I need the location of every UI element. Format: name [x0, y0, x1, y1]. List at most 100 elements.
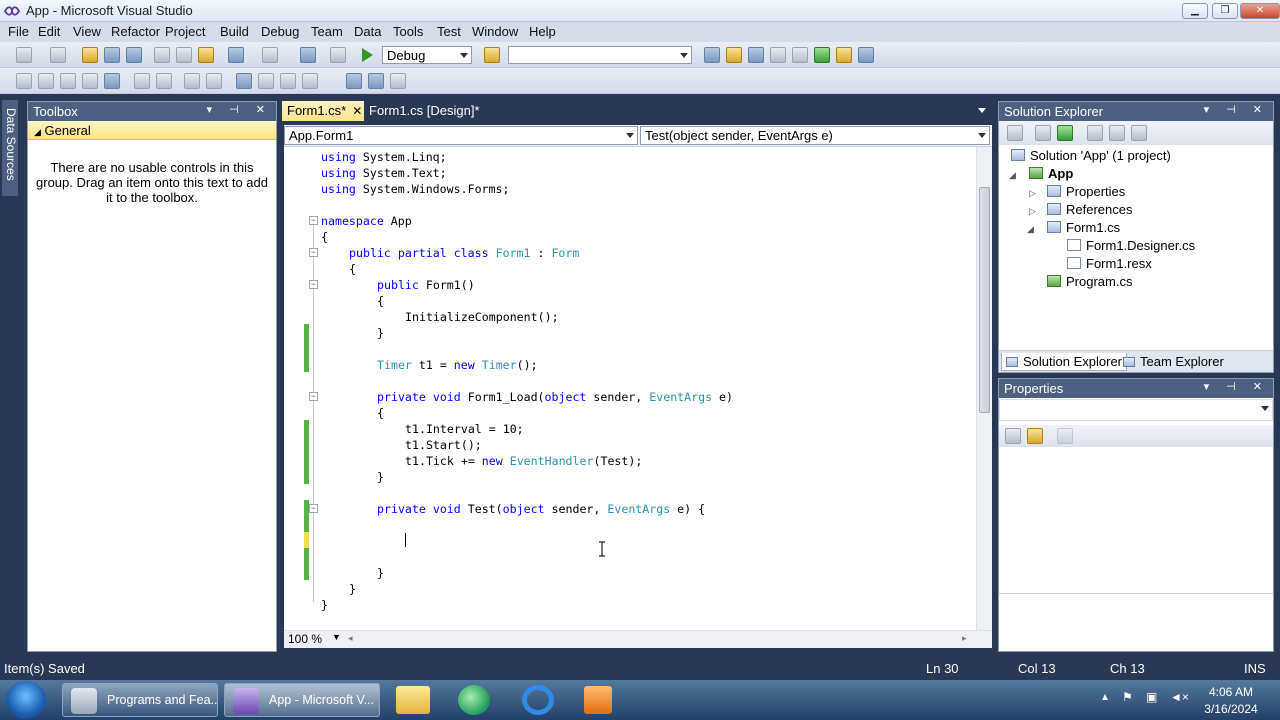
menu-view[interactable]: View — [73, 24, 101, 39]
uncomment-lines-icon[interactable] — [206, 73, 222, 89]
increase-indent-icon[interactable] — [156, 73, 172, 89]
show-hidden-icons[interactable]: ▲ — [1100, 692, 1110, 703]
toolbox-group-general[interactable]: ◢ General — [28, 121, 276, 140]
class-dropdown[interactable]: App.Form1 — [284, 126, 638, 145]
start-page-icon[interactable] — [836, 47, 852, 63]
menu-file[interactable]: File — [8, 24, 29, 39]
navigate-backward-icon[interactable] — [300, 47, 316, 63]
undo-icon[interactable] — [228, 47, 244, 63]
network-icon[interactable]: ▣ — [1146, 690, 1157, 704]
tree-item-program-cs[interactable]: Program.cs — [1047, 274, 1132, 289]
tree-project[interactable]: App — [1029, 166, 1073, 181]
panel-buttons[interactable]: ▾ ⊣ ✕ — [1204, 380, 1269, 393]
tree-item-form1-designer[interactable]: Form1.Designer.cs — [1067, 238, 1195, 253]
collapse-form-load-icon[interactable]: − — [309, 392, 318, 401]
code-editor[interactable]: − − − − − using System.Linq; using Syste… — [284, 147, 976, 630]
class-view-icon[interactable] — [792, 47, 808, 63]
taskbar-visual-studio[interactable]: App - Microsoft V... — [224, 683, 380, 717]
view-designer-icon[interactable] — [1109, 125, 1125, 141]
bookmark-icon[interactable] — [236, 73, 252, 89]
open-file-icon[interactable] — [82, 47, 98, 63]
zoom-level[interactable]: 100 % — [288, 632, 322, 646]
collapse-class-icon[interactable]: − — [309, 248, 318, 257]
panel-buttons[interactable]: ▾ ⊣ ✕ — [1204, 103, 1269, 116]
object-browser-icon[interactable] — [748, 47, 764, 63]
tree-solution[interactable]: Solution 'App' (1 project) — [1011, 148, 1171, 163]
property-pages-icon[interactable] — [1057, 428, 1073, 444]
menu-build[interactable]: Build — [220, 24, 249, 39]
add-item-icon[interactable] — [50, 47, 66, 63]
scroll-right-icon[interactable]: ▸ — [962, 633, 967, 644]
taskbar-programs-features[interactable]: Programs and Fea... — [62, 683, 218, 717]
solution-configuration-dropdown[interactable]: Debug — [382, 46, 472, 64]
scroll-left-icon[interactable]: ◂ — [348, 633, 353, 644]
paste-icon[interactable] — [198, 47, 214, 63]
more-commands-icon[interactable] — [390, 73, 406, 89]
toolbox-header[interactable]: Toolbox ▾ ⊣ ✕ — [28, 102, 276, 121]
start-button[interactable] — [6, 681, 46, 719]
panel-buttons[interactable]: ▾ ⊣ ✕ — [207, 103, 272, 116]
tab-solution-explorer[interactable]: Solution Explorer — [1001, 353, 1127, 371]
scrollbar-thumb[interactable] — [979, 187, 990, 413]
decrease-indent-icon[interactable] — [134, 73, 150, 89]
action-center-flag-icon[interactable]: ⚑ — [1122, 690, 1133, 704]
cut-icon[interactable] — [154, 47, 170, 63]
previous-bookmark-folder-icon[interactable] — [302, 73, 318, 89]
navigate-forward-icon[interactable] — [330, 47, 346, 63]
toolbox-toolbar-icon[interactable] — [770, 47, 786, 63]
close-tab-icon[interactable]: ✕ — [352, 104, 362, 118]
show-all-files-icon[interactable] — [1035, 125, 1051, 141]
save-icon[interactable] — [104, 47, 120, 63]
menu-test[interactable]: Test — [437, 24, 461, 39]
solution-explorer-header[interactable]: Solution Explorer ▾ ⊣ ✕ — [999, 102, 1273, 121]
refresh-icon[interactable] — [1057, 125, 1073, 141]
toggle-bookmark-icon[interactable] — [104, 73, 120, 89]
find-dropdown[interactable] — [508, 46, 692, 64]
tab-form1-design[interactable]: Form1.cs [Design]* — [364, 101, 504, 121]
extension-manager-icon[interactable] — [814, 47, 830, 63]
collapse-test-icon[interactable]: − — [309, 504, 318, 513]
vertical-scrollbar[interactable] — [976, 147, 992, 630]
menu-edit[interactable]: Edit — [38, 24, 60, 39]
save-all-icon[interactable] — [126, 47, 142, 63]
menu-help[interactable]: Help — [529, 24, 556, 39]
quick-info-icon[interactable] — [60, 73, 76, 89]
clock-date[interactable]: 3/16/2024 — [1202, 702, 1260, 716]
clear-bookmarks-icon[interactable] — [368, 73, 384, 89]
collapsed-arrow-icon[interactable]: ▷ — [1029, 206, 1036, 217]
menu-tools[interactable]: Tools — [393, 24, 423, 39]
member-dropdown[interactable]: Test(object sender, EventArgs e) — [640, 126, 990, 145]
complete-word-icon[interactable] — [82, 73, 98, 89]
volume-muted-icon[interactable]: ◄× — [1170, 690, 1189, 704]
next-bookmark-folder-icon[interactable] — [346, 73, 362, 89]
expanded-arrow-icon[interactable]: ◢ — [1009, 170, 1016, 181]
tab-overflow-icon[interactable] — [978, 108, 986, 113]
properties-header[interactable]: Properties ▾ ⊣ ✕ — [999, 379, 1273, 398]
tab-team-explorer[interactable]: Team Explorer — [1119, 353, 1228, 370]
previous-bookmark-icon[interactable] — [258, 73, 274, 89]
tab-form1-cs[interactable]: Form1.cs* ✕ — [282, 101, 364, 121]
properties-icon[interactable] — [1007, 125, 1023, 141]
tree-item-properties[interactable]: Properties — [1047, 184, 1125, 199]
media-player-icon[interactable] — [458, 685, 490, 715]
tree-item-form1-cs[interactable]: Form1.cs — [1047, 220, 1120, 235]
file-explorer-icon[interactable] — [396, 686, 430, 714]
menu-debug[interactable]: Debug — [261, 24, 299, 39]
video-player-icon[interactable] — [584, 686, 612, 714]
collapse-constructor-icon[interactable]: − — [309, 280, 318, 289]
close-window-button[interactable]: ✕ — [1240, 3, 1280, 19]
minimize-button[interactable]: ▁ — [1182, 3, 1208, 19]
copy-icon[interactable] — [176, 47, 192, 63]
alphabetical-icon[interactable] — [1027, 428, 1043, 444]
zoom-dropdown-icon[interactable]: ▼ — [332, 632, 341, 642]
display-object-member-list-icon[interactable] — [16, 73, 32, 89]
categorized-icon[interactable] — [1005, 428, 1021, 444]
tree-item-form1-resx[interactable]: Form1.resx — [1067, 256, 1152, 271]
expanded-arrow-icon[interactable]: ◢ — [1027, 224, 1034, 235]
comment-lines-icon[interactable] — [184, 73, 200, 89]
redo-icon[interactable] — [262, 47, 278, 63]
menu-refactor[interactable]: Refactor — [111, 24, 160, 39]
clock-time[interactable]: 4:06 AM — [1206, 685, 1256, 699]
menu-team[interactable]: Team — [311, 24, 343, 39]
start-debugging-icon[interactable] — [362, 48, 373, 62]
